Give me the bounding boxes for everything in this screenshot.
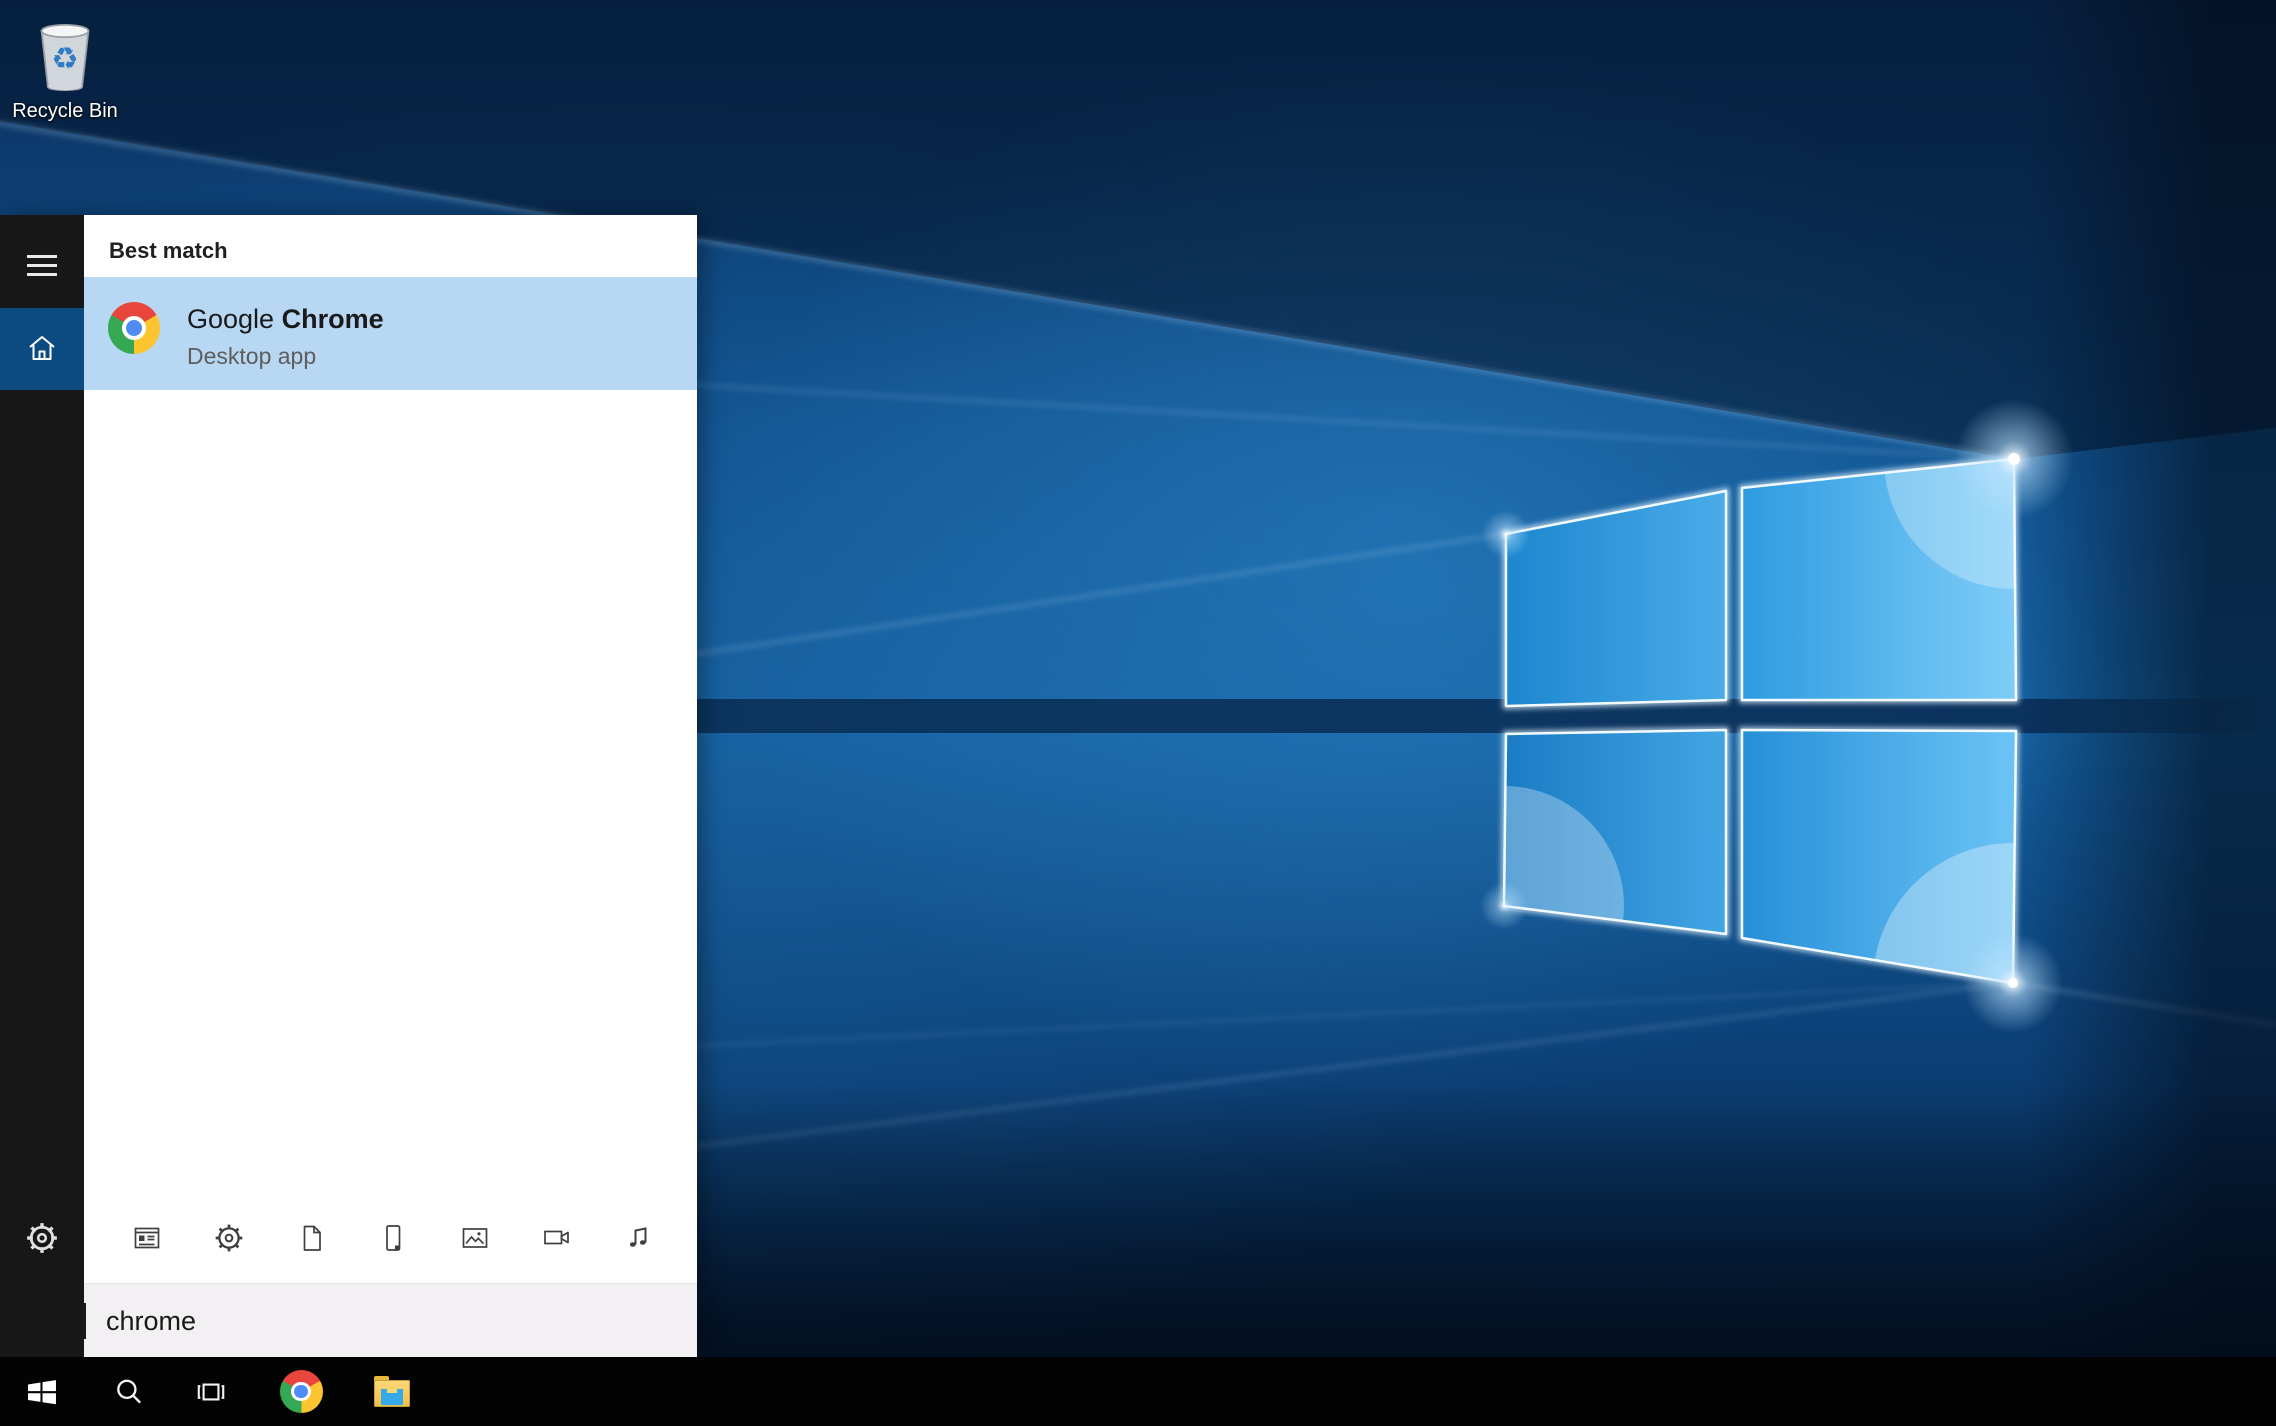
apps-window-icon: [131, 1222, 163, 1254]
video-camera-icon: [541, 1222, 573, 1254]
recycle-bin-shortcut[interactable]: ♻ Recycle Bin: [4, 18, 126, 156]
chrome-icon: [280, 1370, 323, 1413]
result-title: Google Chrome: [187, 304, 384, 335]
task-view-button[interactable]: [181, 1357, 241, 1426]
result-title-bold: Chrome: [282, 304, 384, 334]
best-match-header: Best match: [109, 238, 228, 264]
search-results-pane: Best match Google Chrome Desktop app: [84, 215, 697, 1357]
start-button[interactable]: [12, 1357, 72, 1426]
start-menu-rail: [0, 215, 84, 1357]
screen: { "desktop": { "recycle_bin": { "label":…: [0, 0, 2276, 1426]
taskbar-file-explorer-button[interactable]: [362, 1357, 422, 1426]
recycle-bin-label: Recycle Bin: [4, 100, 126, 123]
taskbar-search-button[interactable]: [99, 1357, 159, 1426]
filter-music-button[interactable]: [615, 1214, 663, 1262]
text-caret: [84, 1303, 86, 1339]
filter-documents-button[interactable]: [287, 1214, 335, 1262]
rail-item-settings[interactable]: [0, 1210, 84, 1266]
gear-icon: [25, 1221, 59, 1255]
expand-menu-button[interactable]: [0, 240, 84, 296]
home-icon: [26, 333, 58, 363]
recycle-bin-icon: ♻: [29, 18, 101, 98]
svg-text:♻: ♻: [51, 42, 78, 77]
filter-videos-button[interactable]: [533, 1214, 581, 1262]
task-view-icon: [194, 1376, 228, 1408]
filter-folders-button[interactable]: [369, 1214, 417, 1262]
photo-icon: [459, 1222, 491, 1254]
gear-icon: [213, 1222, 245, 1254]
taskbar: 10:52 PM 10/25/2016: [0, 1357, 2276, 1426]
search-input-value: chrome: [106, 1284, 196, 1358]
rail-item-home[interactable]: [0, 308, 84, 390]
chrome-logo-icon: [108, 302, 160, 354]
music-notes-icon: [623, 1222, 655, 1254]
start-search-panel: Best match Google Chrome Desktop app: [0, 215, 697, 1357]
search-input[interactable]: chrome: [84, 1283, 697, 1358]
phone-icon: [377, 1222, 409, 1254]
result-subtitle: Desktop app: [187, 343, 316, 370]
filter-apps-button[interactable]: [123, 1214, 171, 1262]
search-filter-bar: [84, 1214, 697, 1262]
start-windows-icon: [27, 1377, 57, 1407]
taskbar-chrome-button[interactable]: [271, 1357, 331, 1426]
document-icon: [295, 1222, 327, 1254]
filter-photos-button[interactable]: [451, 1214, 499, 1262]
filter-settings-button[interactable]: [205, 1214, 253, 1262]
file-explorer-icon: [373, 1376, 411, 1407]
search-result-google-chrome[interactable]: Google Chrome Desktop app: [84, 277, 697, 390]
search-icon: [113, 1376, 145, 1408]
result-title-regular: Google: [187, 304, 282, 334]
